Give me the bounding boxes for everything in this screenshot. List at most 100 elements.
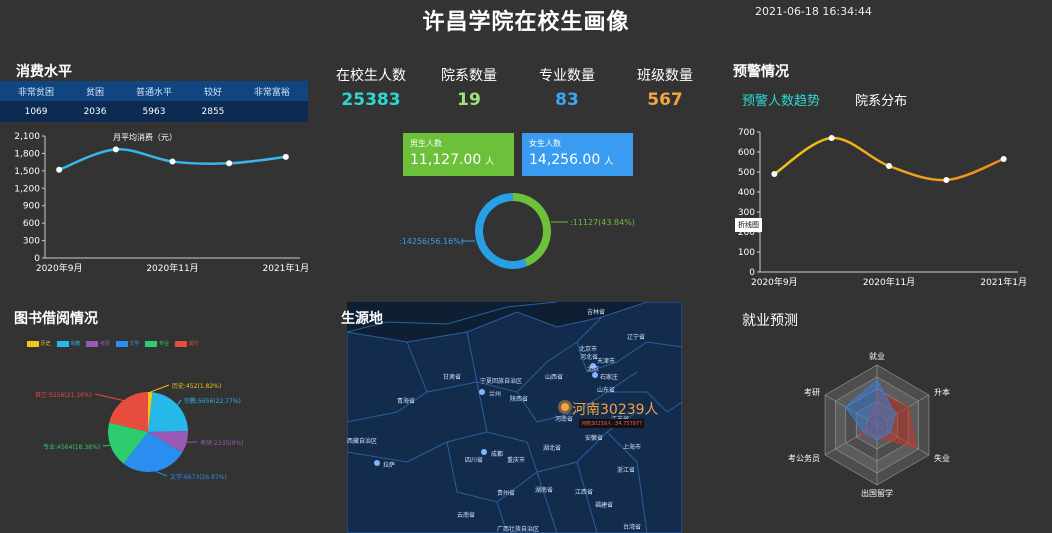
- data-point: [226, 160, 233, 167]
- tab-warning-trend[interactable]: 预警人数趋势: [742, 94, 820, 109]
- legend-item[interactable]: 文学: [115, 340, 140, 347]
- table-cell: 5963: [117, 101, 191, 122]
- radar-axis-label: 出国留学: [861, 488, 893, 498]
- y-tick-label: 100: [738, 248, 755, 258]
- y-tick-label: 300: [738, 208, 755, 218]
- province-label: 湖北省: [543, 445, 562, 452]
- province-label: 宁夏回族自治区: [480, 378, 523, 385]
- city-label: 拉萨: [383, 462, 396, 469]
- city-label: 石家庄: [600, 374, 619, 381]
- table-cell: 2855: [190, 101, 236, 122]
- y-tick-label: 700: [738, 128, 755, 138]
- pie-slice-label: 考研:2235(9%): [200, 439, 244, 447]
- consumption-line-chart: 月平均消费（元） 0 300 600 900 1,200 1,500 1,800 2,100 2…: [14, 132, 310, 274]
- donut-slice: [475, 193, 528, 269]
- province-label: 陕西省: [510, 396, 529, 403]
- library-legend: 历史 宗教 考研 文学 专业 其它: [27, 340, 199, 347]
- legend-item[interactable]: 历史: [27, 340, 51, 347]
- stat-value-majors: 83: [555, 90, 579, 110]
- y-tick-label: 0: [34, 254, 40, 264]
- province-label: 河北省: [580, 354, 599, 361]
- legend-label: 专业: [159, 341, 170, 347]
- province-label: 安徽省: [585, 435, 604, 442]
- radar-axis-label: 考研: [804, 388, 820, 397]
- province-label: 湖南省: [535, 487, 554, 494]
- data-point: [1000, 156, 1007, 162]
- legend-label: 考研: [99, 341, 110, 347]
- y-tick-label: 600: [23, 219, 40, 229]
- data-point: [282, 153, 289, 160]
- legend-item[interactable]: 专业: [145, 340, 169, 347]
- x-tick-label: 2020年11月: [146, 262, 198, 274]
- male-count-value: 11,127.00: [410, 152, 482, 168]
- city-label: 兰州: [489, 391, 502, 398]
- warning-tooltip: 折线图: [735, 218, 762, 232]
- x-tick-label: 2020年9月: [751, 276, 798, 288]
- data-point: [112, 146, 119, 153]
- male-slice-label: :11127(43.84%): [570, 218, 635, 227]
- map-highlight-label: 河南30239人: [572, 402, 659, 418]
- y-tick-label: 600: [738, 148, 755, 158]
- x-tick-label: 2021年1月: [263, 262, 310, 274]
- legend-item[interactable]: 考研: [86, 340, 110, 347]
- data-point: [943, 177, 950, 183]
- origin-map[interactable]: 吉林省 辽宁省 北京市 河北省 天津市 山西省 山东省 甘肃省 宁夏回族自治区 …: [347, 302, 682, 533]
- data-point: [771, 171, 778, 177]
- table-header-cell: 非常富裕: [235, 81, 308, 101]
- data-point: [169, 158, 176, 165]
- male-count-card: 男生人数 11,127.00 人: [403, 133, 514, 176]
- legend-swatch: [145, 340, 158, 347]
- province-label: 贵州省: [497, 490, 516, 497]
- legend-item[interactable]: 宗教: [56, 340, 80, 347]
- library-pie-chart: 历史:452(1.82%) 宗教:5656(22.77%) 考研:2235(9%) 文…: [35, 382, 244, 481]
- legend-label: 文学: [129, 341, 140, 347]
- pie-slice-label: 其它:5256(21.16%): [35, 391, 92, 399]
- slice-leader-line: [177, 399, 182, 406]
- province-label: 云南省: [457, 512, 476, 519]
- employment-title: 就业预测: [742, 313, 798, 329]
- y-tick-label: 300: [23, 237, 40, 247]
- province-label: 重庆市: [507, 457, 526, 464]
- library-title: 图书借阅情况: [14, 311, 98, 327]
- male-count-value-row: 11,127.00 人: [410, 152, 507, 168]
- data-point: [56, 166, 63, 173]
- legend-swatch: [115, 340, 128, 347]
- table-header-cell: 非常贫困: [0, 81, 73, 101]
- legend-label: 其它: [188, 341, 199, 347]
- map-point[interactable]: [479, 389, 485, 395]
- legend-item[interactable]: 其它: [175, 340, 199, 347]
- slice-leader-line: [150, 384, 170, 393]
- stat-label-students: 在校生人数: [336, 68, 406, 84]
- table-cell: 2036: [72, 101, 118, 122]
- province-label: 西藏自治区: [347, 438, 378, 445]
- stat-value-classes: 567: [647, 90, 683, 110]
- female-count-label: 女生人数: [529, 139, 561, 148]
- city-label: 北京: [587, 366, 600, 373]
- data-point: [828, 135, 835, 141]
- warning-tabs: 预警人数趋势 院系分布: [742, 90, 937, 109]
- y-tick-label: 1,800: [14, 149, 40, 159]
- origin-title: 生源地: [341, 311, 383, 327]
- slice-leader-line: [94, 393, 124, 402]
- y-tick-label: 400: [738, 188, 755, 198]
- map-point-henan[interactable]: [561, 403, 569, 411]
- male-count-unit: 人: [485, 157, 495, 167]
- x-tick-label: 2020年9月: [36, 262, 83, 274]
- tab-department-distribution[interactable]: 院系分布: [855, 94, 907, 109]
- map-point[interactable]: [374, 460, 380, 466]
- province-label: 江西省: [575, 489, 594, 496]
- table-header-row: 非常贫困 贫困 普通水平 较好 非常富裕: [0, 81, 308, 101]
- radar-axis-label: 考公务员: [788, 453, 820, 463]
- gender-donut-chart: :11127(43.84%) :14256(56.16%): [399, 193, 635, 269]
- female-count-value: 14,256.00: [529, 152, 601, 168]
- stat-value-students: 25383: [341, 90, 401, 110]
- page-title: 许昌学院在校生画像: [422, 10, 630, 35]
- province-label: 青海省: [397, 398, 416, 405]
- pie-slice: [148, 392, 188, 432]
- consumption-table: 非常贫困 贫困 普通水平 较好 非常富裕 1069 2036 5963 2855: [0, 81, 308, 122]
- province-label: 广西壮族自治区: [497, 526, 540, 533]
- province-label: 上海市: [623, 444, 642, 451]
- y-tick-label: 1,500: [14, 167, 40, 177]
- legend-swatch: [56, 340, 69, 347]
- data-point: [886, 163, 892, 169]
